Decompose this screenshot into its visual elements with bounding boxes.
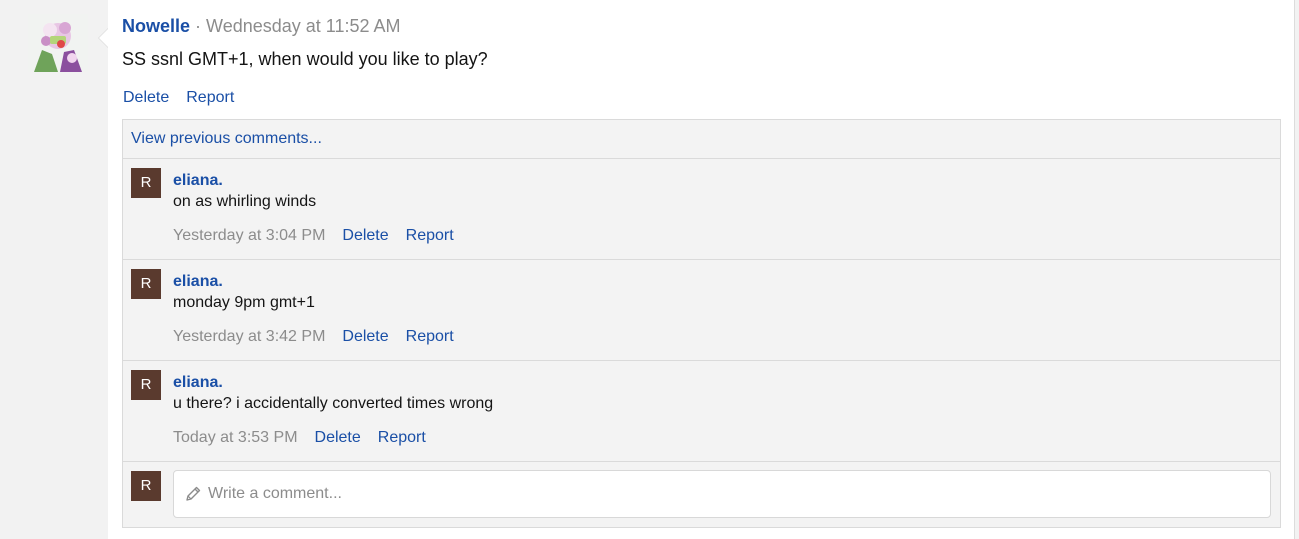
comment-timestamp[interactable]: Yesterday at 3:42 PM	[173, 328, 325, 345]
comment-author-link[interactable]: eliana.	[173, 171, 223, 191]
post-timestamp[interactable]: Wednesday at 11:52 AM	[206, 16, 400, 36]
comment-text: on as whirling winds	[173, 193, 317, 210]
comment-meta: Yesterday at 3:42 PM Delete Report	[173, 327, 471, 347]
post-card: Nowelle · Wednesday at 11:52 AM SS ssnl …	[98, 0, 1295, 539]
comment-delete-link[interactable]: Delete	[342, 328, 388, 345]
comment-input-box[interactable]	[173, 470, 1271, 518]
composer-avatar[interactable]: R	[131, 471, 161, 501]
comment-report-link[interactable]: Report	[406, 328, 454, 345]
comment-timestamp[interactable]: Today at 3:53 PM	[173, 429, 298, 446]
comment-composer: R	[123, 462, 1280, 528]
comment-author-link[interactable]: eliana.	[173, 272, 223, 292]
post-author-avatar[interactable]	[28, 14, 88, 72]
post-actions: Delete Report	[123, 88, 251, 108]
comment-meta: Yesterday at 3:04 PM Delete Report	[173, 226, 471, 246]
comment-avatar[interactable]: R	[131, 168, 161, 198]
post-author-link[interactable]: Nowelle	[122, 16, 190, 36]
comment-item: R eliana. on as whirling winds Yesterday…	[123, 159, 1280, 260]
view-previous-row: View previous comments...	[123, 120, 1280, 159]
comment-delete-link[interactable]: Delete	[315, 429, 361, 446]
post-separator: ·	[190, 16, 207, 36]
comment-item: R eliana. monday 9pm gmt+1 Yesterday at …	[123, 260, 1280, 361]
comment-report-link[interactable]: Report	[406, 227, 454, 244]
comment-timestamp[interactable]: Yesterday at 3:04 PM	[173, 227, 325, 244]
post-header: Nowelle · Wednesday at 11:52 AM	[122, 15, 401, 37]
post-delete-link[interactable]: Delete	[123, 89, 169, 106]
comments-section: View previous comments... R eliana. on a…	[122, 119, 1281, 528]
comment-report-link[interactable]: Report	[378, 429, 426, 446]
pencil-icon	[186, 486, 201, 501]
comment-input[interactable]	[208, 485, 1108, 503]
post-pointer-arrow	[98, 28, 108, 48]
post-report-link[interactable]: Report	[186, 89, 234, 106]
comment-meta: Today at 3:53 PM Delete Report	[173, 428, 443, 448]
post-message: SS ssnl GMT+1, when would you like to pl…	[122, 49, 488, 69]
view-previous-comments-link[interactable]: View previous comments...	[131, 130, 322, 147]
comment-text: monday 9pm gmt+1	[173, 294, 315, 311]
comment-text: u there? i accidentally converted times …	[173, 395, 494, 412]
comment-avatar[interactable]: R	[131, 370, 161, 400]
avatar-column	[0, 0, 108, 539]
comment-avatar[interactable]: R	[131, 269, 161, 299]
comment-author-link[interactable]: eliana.	[173, 373, 223, 393]
comment-item: R eliana. u there? i accidentally conver…	[123, 361, 1280, 462]
comment-delete-link[interactable]: Delete	[342, 227, 388, 244]
